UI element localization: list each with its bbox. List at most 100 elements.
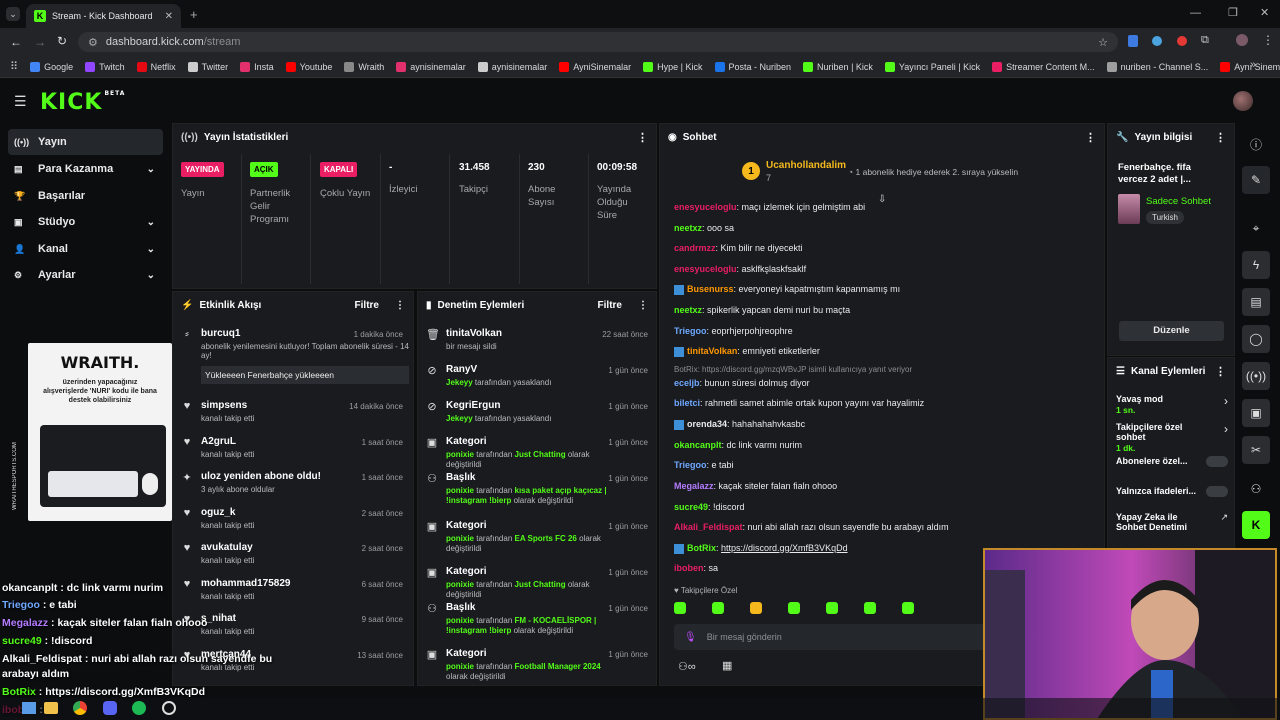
edit-button[interactable]: Düzenle — [1119, 321, 1224, 341]
wrench-small-icon[interactable]: ✂ — [1242, 436, 1270, 464]
activity-more-icon[interactable]: ⋮ — [395, 300, 405, 311]
taskbar-folder-icon[interactable] — [44, 702, 58, 714]
new-tab-button[interactable]: + — [190, 7, 198, 22]
emote-icon[interactable] — [674, 602, 686, 614]
moderation-item[interactable]: ⊘ KegriErgun Jekeyy tarafından yasaklandı 1… — [426, 400, 654, 424]
bookmark-item[interactable]: Twitch — [85, 61, 125, 72]
users-icon[interactable]: ⚇ — [1242, 475, 1270, 503]
profile-avatar[interactable] — [1236, 34, 1248, 46]
chat-message[interactable]: biletci: rahmetli samet abimle ortak kup… — [674, 398, 984, 408]
chat-message[interactable]: BotRix: https://discord.gg/XmfB3VKqDd — [674, 543, 984, 554]
taskbar-spotify-icon[interactable] — [132, 701, 146, 715]
bookmark-item[interactable]: Hype | Kick — [643, 61, 703, 72]
extension-globe-icon[interactable] — [1152, 36, 1162, 46]
emote-icon[interactable] — [788, 602, 800, 614]
moderation-item[interactable]: ▣ Kategori ponixie tarafından Football Man… — [426, 648, 654, 682]
bookmark-item[interactable]: Google — [30, 61, 73, 72]
chat-username[interactable]: BotRix — [687, 543, 716, 553]
moderation-item[interactable]: 🗑 tinitaVolkan bir mesajı sildi 22 saat önc… — [426, 328, 654, 352]
chat-username[interactable]: neetxz — [674, 305, 702, 315]
toggle-switch[interactable] — [1206, 456, 1228, 467]
chat-message[interactable]: Alkali_Feldispat: nuri abi allah razı ol… — [674, 522, 984, 532]
broadcast-small-icon[interactable]: ((•)) — [1242, 362, 1270, 390]
reload-icon[interactable]: ↻ — [57, 34, 67, 48]
chat-username[interactable]: Triegoo — [674, 326, 707, 336]
chat-username[interactable]: okancanplt — [674, 440, 722, 450]
activity-item[interactable]: ♥ simpsens kanalı takip etti 14 dakika önce — [181, 400, 409, 423]
activity-item[interactable]: ✦ uloz yeniden abone oldu! 3 aylık abone o… — [181, 471, 409, 494]
chat-username[interactable]: Alkali_Feldispat — [674, 522, 743, 532]
channel-action-item[interactable]: Yalnızca ifadeleri... — [1116, 486, 1228, 497]
bookmark-item[interactable]: nuriben - Channel S... — [1106, 61, 1208, 72]
nav-item-2[interactable]: ▤ Para Kazanma ⌄ — [8, 156, 163, 182]
mic-icon[interactable]: 🎙 — [684, 632, 697, 643]
pencil-icon[interactable]: ✎ — [1242, 166, 1270, 194]
chat-message[interactable]: orenda34: hahahahahvkasbc — [674, 419, 984, 430]
moderation-item[interactable]: ▣ Kategori ponixie tarafından Just Chattin… — [426, 436, 654, 470]
lightning-icon[interactable]: ϟ — [1242, 251, 1270, 279]
chat-input[interactable]: 🎙 Bir mesaj gönderin — [674, 624, 994, 650]
url-input[interactable]: ⚙ dashboard.kick.com/stream ☆ — [78, 32, 1118, 52]
chat-username[interactable]: candrmzz — [674, 243, 716, 253]
bookmark-item[interactable]: Insta — [240, 61, 274, 72]
bookmark-item[interactable]: aynisinemalar — [396, 61, 466, 72]
chat-message[interactable]: enesyuceloglu: maçı izlemek için gelmişt… — [674, 202, 984, 212]
chat-username[interactable]: Megalazz — [674, 481, 714, 491]
clipboard-icon[interactable]: ▤ — [1242, 288, 1270, 316]
stats-more-icon[interactable]: ⋮ — [637, 131, 648, 144]
emote-icon[interactable] — [750, 602, 762, 614]
bookmark-item[interactable]: Wraith — [344, 61, 384, 72]
wraith-ad-banner[interactable]: WRAITH. üzerinden yapacağınız alışverişl… — [28, 343, 172, 521]
activity-item[interactable]: ⸗ burcuq1 abonelik yenilemesini kutluyor! … — [181, 328, 409, 384]
chat-message[interactable]: eceljb: bunun süresi dolmuş diyor — [674, 378, 984, 388]
bookmark-item[interactable]: Posta - Nuriben — [714, 61, 791, 72]
chat-username[interactable]: orenda34 — [687, 419, 727, 429]
chat-message[interactable]: Megalazz: kaçak siteler falan fialn ohoo… — [674, 481, 984, 491]
tab-close-icon[interactable]: ✕ — [165, 11, 173, 22]
chat-username[interactable]: neetxz — [674, 223, 702, 233]
site-info-icon[interactable]: ⚙ — [88, 36, 98, 49]
moderation-more-icon[interactable]: ⋮ — [638, 300, 648, 311]
chat-message[interactable]: iboben: sa — [674, 563, 984, 573]
bookmark-item[interactable]: aynisinemalar — [477, 61, 547, 72]
moderation-item[interactable]: ⊘ RanyV Jekeyy tarafından yasaklandı 1 gün … — [426, 364, 654, 388]
chat-store-icon[interactable]: ▦ — [722, 659, 732, 672]
chat-message[interactable]: enesyuceloglu: asklfkşlaskfsaklf — [674, 264, 984, 274]
chat-message[interactable]: neetxz: ooo sa — [674, 223, 984, 233]
stream-info-more-icon[interactable]: ⋮ — [1215, 131, 1226, 144]
apps-grid-icon[interactable]: ⠿ — [10, 60, 18, 73]
chat-username[interactable]: enesyuceloglu — [674, 202, 737, 212]
moderation-filter-button[interactable]: Filtre — [598, 300, 622, 311]
menu-hamburger-icon[interactable]: ☰ — [14, 93, 27, 110]
window-icon[interactable]: ▣ — [1242, 399, 1270, 427]
chat-message[interactable]: candrmzz: Kim bilir ne diyecekti — [674, 243, 984, 253]
channel-action-item[interactable]: Yavaş mod 1 sn. › — [1116, 394, 1228, 415]
nav-item-3[interactable]: 🏆 Başarılar — [8, 183, 163, 209]
chat-bubble-icon[interactable]: ◯ — [1242, 325, 1270, 353]
tab-search-icon[interactable]: ⌄ — [6, 7, 20, 21]
chat-message[interactable]: neetxz: spikerlik yapcan demi nuri bu ma… — [674, 305, 984, 315]
activity-item[interactable]: ♥ avukatulay kanalı takip etti 2 saat önce — [181, 542, 409, 565]
channel-action-item[interactable]: Abonelere özel... — [1116, 456, 1228, 467]
emote-icon[interactable] — [712, 602, 724, 614]
close-window-button[interactable]: ✕ — [1260, 6, 1269, 19]
emote-icon[interactable] — [826, 602, 838, 614]
chat-message[interactable]: okancanplt: dc link varmı nurim — [674, 440, 984, 450]
channel-actions-more-icon[interactable]: ⋮ — [1215, 365, 1226, 378]
chat-username[interactable]: tinitaVolkan — [687, 346, 737, 356]
activity-filter-button[interactable]: Filtre — [355, 300, 379, 311]
taskbar-obs-icon[interactable] — [162, 701, 176, 715]
chat-username[interactable]: Triegoo — [674, 460, 707, 470]
nav-item-6[interactable]: ⚙ Ayarlar ⌄ — [8, 262, 163, 288]
emote-icon[interactable] — [902, 602, 914, 614]
bookmarks-overflow-icon[interactable]: » — [1250, 59, 1256, 71]
bookmark-item[interactable]: Youtube — [285, 61, 332, 72]
chat-message[interactable]: sucre49: !discord — [674, 502, 984, 512]
channel-action-item[interactable]: Yapay Zeka ile Sohbet Denetimi ↗ — [1116, 512, 1228, 532]
chat-message[interactable]: tinitaVolkan: emniyeti etiketlerler — [674, 346, 984, 357]
activity-item[interactable]: ♥ A2gruL kanalı takip etti 1 saat önce — [181, 436, 409, 459]
activity-item[interactable]: ♥ oguz_k kanalı takip etti 2 saat önce — [181, 507, 409, 530]
taskbar-windows-icon[interactable] — [22, 702, 36, 714]
chat-username[interactable]: biletci — [674, 398, 700, 408]
toggle-switch[interactable] — [1206, 486, 1228, 497]
